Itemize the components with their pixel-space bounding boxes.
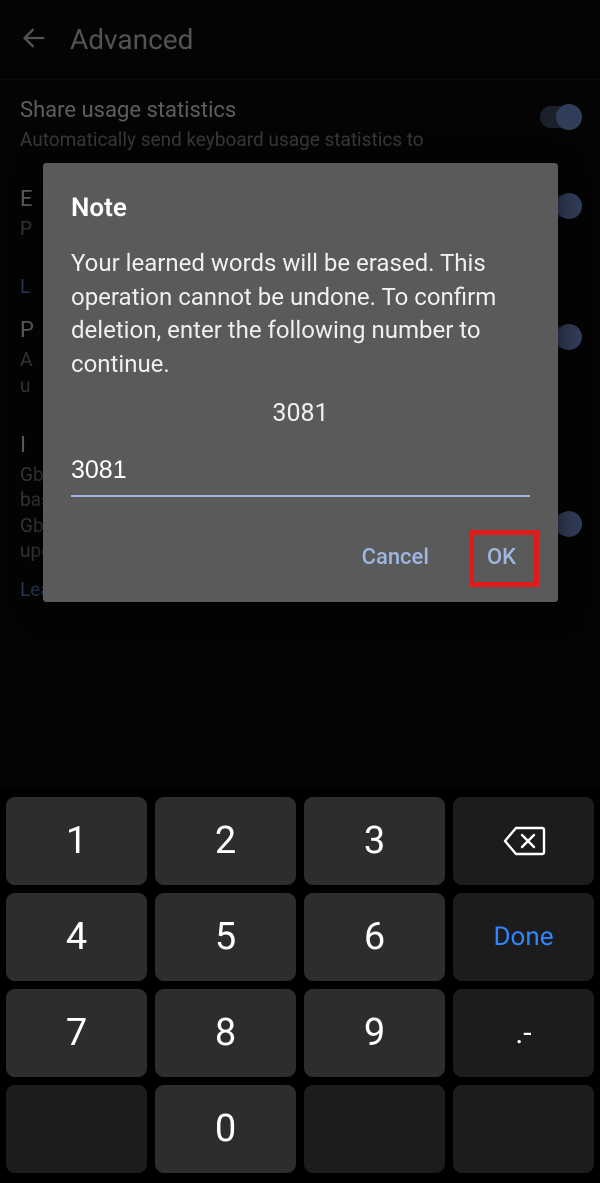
cancel-button[interactable]: Cancel — [348, 535, 443, 580]
back-arrow-icon[interactable] — [20, 24, 48, 56]
key-9[interactable]: 9 — [304, 989, 445, 1077]
key-6[interactable]: 6 — [304, 893, 445, 981]
confirmation-dialog: Note Your learned words will be erased. … — [43, 163, 558, 602]
ok-button[interactable]: OK — [473, 535, 530, 580]
key-8[interactable]: 8 — [155, 989, 296, 1077]
key-done[interactable]: Done — [453, 893, 594, 981]
key-5[interactable]: 5 — [155, 893, 296, 981]
key-3[interactable]: 3 — [304, 797, 445, 885]
key-punctuation[interactable]: .- — [453, 989, 594, 1077]
key-0[interactable]: 0 — [155, 1085, 296, 1173]
confirmation-input[interactable] — [71, 450, 530, 497]
key-blank-left[interactable] — [6, 1085, 147, 1173]
setting-title: Share usage statistics — [20, 98, 580, 123]
backspace-icon — [502, 824, 546, 858]
numeric-keyboard: 1 2 3 4 5 6 Done 7 8 9 .- 0 — [0, 789, 600, 1183]
dialog-message: Your learned words will be erased. This … — [71, 247, 530, 381]
key-2[interactable]: 2 — [155, 797, 296, 885]
app-header: Advanced — [0, 0, 600, 80]
dialog-title: Note — [71, 193, 530, 223]
key-4[interactable]: 4 — [6, 893, 147, 981]
key-blank-corner[interactable] — [453, 1085, 594, 1173]
key-backspace[interactable] — [453, 797, 594, 885]
key-blank-right[interactable] — [304, 1085, 445, 1173]
toggle-switch[interactable] — [540, 106, 580, 128]
setting-subtitle: Automatically send keyboard usage statis… — [20, 127, 490, 153]
page-title: Advanced — [70, 23, 193, 56]
key-1[interactable]: 1 — [6, 797, 147, 885]
key-7[interactable]: 7 — [6, 989, 147, 1077]
setting-share-usage[interactable]: Share usage statistics Automatically sen… — [20, 98, 580, 153]
dialog-confirmation-number: 3081 — [71, 399, 530, 428]
dialog-actions: Cancel OK — [71, 535, 530, 580]
